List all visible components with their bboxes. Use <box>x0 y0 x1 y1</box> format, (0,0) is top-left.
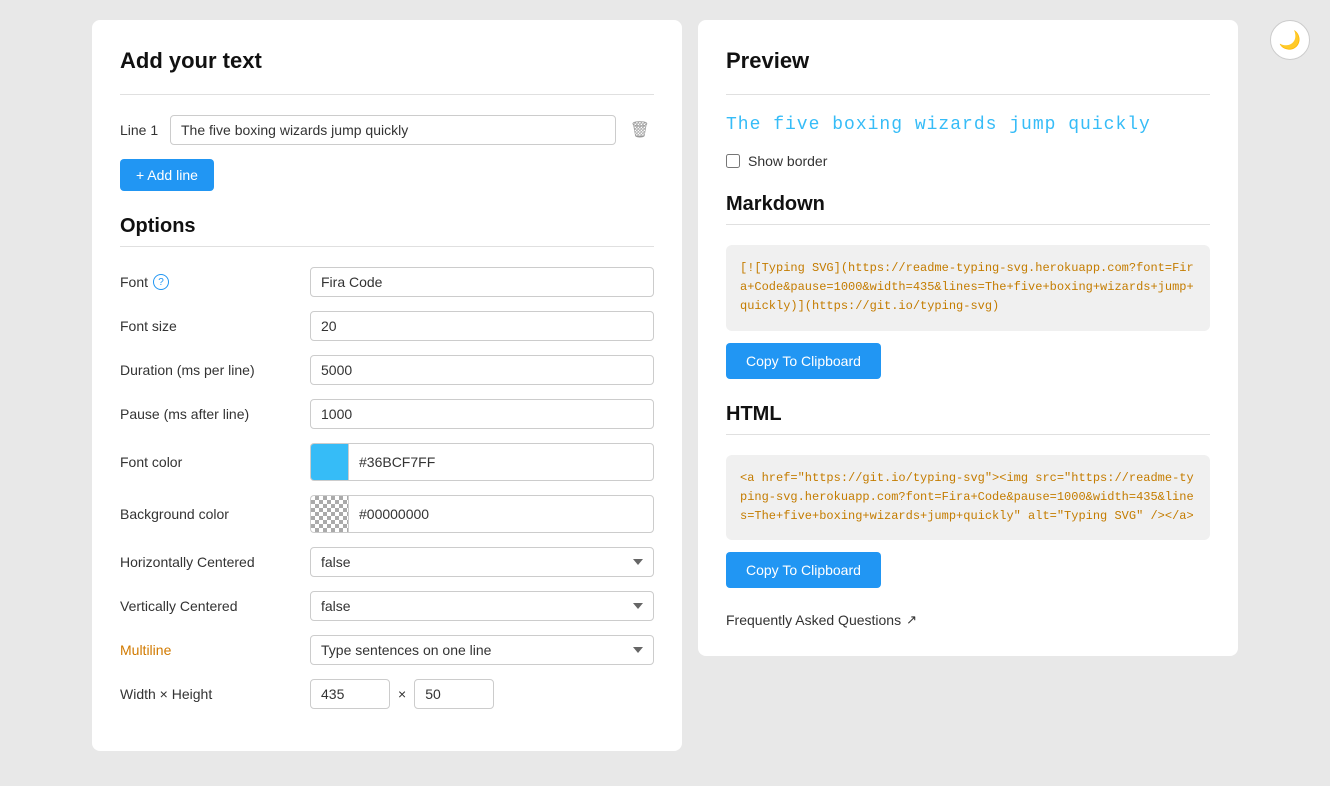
font-size-input[interactable] <box>310 311 654 341</box>
dimensions-inputs: × <box>310 679 494 709</box>
v-centered-label: Vertically Centered <box>120 598 310 614</box>
markdown-title: Markdown <box>726 193 1210 216</box>
bg-color-input[interactable] <box>348 495 654 533</box>
v-centered-row: Vertically Centered false true <box>120 591 654 621</box>
delete-line-1-button[interactable]: 🗑 <box>626 116 654 144</box>
right-panel: Preview The five boxing wizards jump qui… <box>698 20 1238 656</box>
bg-color-swatch[interactable] <box>310 495 348 533</box>
dimensions-label: Width × Height <box>120 686 310 702</box>
width-input[interactable] <box>310 679 390 709</box>
line-1-label: Line 1 <box>120 122 160 138</box>
add-text-title: Add your text <box>120 48 654 74</box>
preview-title: Preview <box>726 48 1210 74</box>
font-color-row: Font color <box>120 443 654 481</box>
duration-input[interactable] <box>310 355 654 385</box>
h-centered-select[interactable]: false true <box>310 547 654 577</box>
dark-mode-toggle[interactable]: 🌙 <box>1270 20 1310 60</box>
options-divider <box>120 246 654 247</box>
v-centered-select[interactable]: false true <box>310 591 654 621</box>
markdown-code-block: [![Typing SVG](https://readme-typing-svg… <box>726 245 1210 331</box>
font-label: Font ? <box>120 274 310 290</box>
preview-text: The five boxing wizards jump quickly <box>726 115 1210 135</box>
pause-label: Pause (ms after line) <box>120 406 310 422</box>
copy-markdown-button[interactable]: Copy To Clipboard <box>726 343 881 379</box>
bg-color-picker <box>310 495 654 533</box>
multiline-row: Multiline Type sentences on one line Sta… <box>120 635 654 665</box>
dimensions-x-separator: × <box>398 686 406 702</box>
pause-input[interactable] <box>310 399 654 429</box>
preview-divider <box>726 94 1210 95</box>
pause-row: Pause (ms after line) <box>120 399 654 429</box>
font-help-icon[interactable]: ? <box>153 274 169 290</box>
font-input[interactable] <box>310 267 654 297</box>
dimensions-row: Width × Height × <box>120 679 654 709</box>
multiline-select[interactable]: Type sentences on one line Stack vertica… <box>310 635 654 665</box>
faq-link[interactable]: Frequently Asked Questions ↗ <box>726 612 1210 628</box>
copy-html-button[interactable]: Copy To Clipboard <box>726 552 881 588</box>
html-title: HTML <box>726 403 1210 426</box>
font-color-label: Font color <box>120 454 310 470</box>
title-divider <box>120 94 654 95</box>
line-1-row: Line 1 🗑 <box>120 115 654 145</box>
font-color-swatch[interactable] <box>310 443 348 481</box>
duration-row: Duration (ms per line) <box>120 355 654 385</box>
add-line-button[interactable]: + Add line <box>120 159 214 191</box>
html-code-block: <a href="https://git.io/typing-svg"><img… <box>726 455 1210 541</box>
line-1-input[interactable] <box>170 115 616 145</box>
font-color-input[interactable] <box>348 443 654 481</box>
html-divider <box>726 434 1210 435</box>
left-panel: Add your text Line 1 🗑 + Add line Option… <box>92 20 682 751</box>
markdown-divider <box>726 224 1210 225</box>
font-color-picker <box>310 443 654 481</box>
height-input[interactable] <box>414 679 494 709</box>
font-size-row: Font size <box>120 311 654 341</box>
show-border-checkbox[interactable] <box>726 154 740 168</box>
options-title: Options <box>120 215 654 238</box>
faq-link-label: Frequently Asked Questions <box>726 612 901 628</box>
bg-color-label: Background color <box>120 506 310 522</box>
font-size-label: Font size <box>120 318 310 334</box>
show-border-label[interactable]: Show border <box>748 153 827 169</box>
multiline-label: Multiline <box>120 642 310 658</box>
h-centered-row: Horizontally Centered false true <box>120 547 654 577</box>
duration-label: Duration (ms per line) <box>120 362 310 378</box>
font-row: Font ? <box>120 267 654 297</box>
bg-color-row: Background color <box>120 495 654 533</box>
external-link-icon: ↗ <box>906 612 917 628</box>
show-border-row: Show border <box>726 153 1210 169</box>
h-centered-label: Horizontally Centered <box>120 554 310 570</box>
